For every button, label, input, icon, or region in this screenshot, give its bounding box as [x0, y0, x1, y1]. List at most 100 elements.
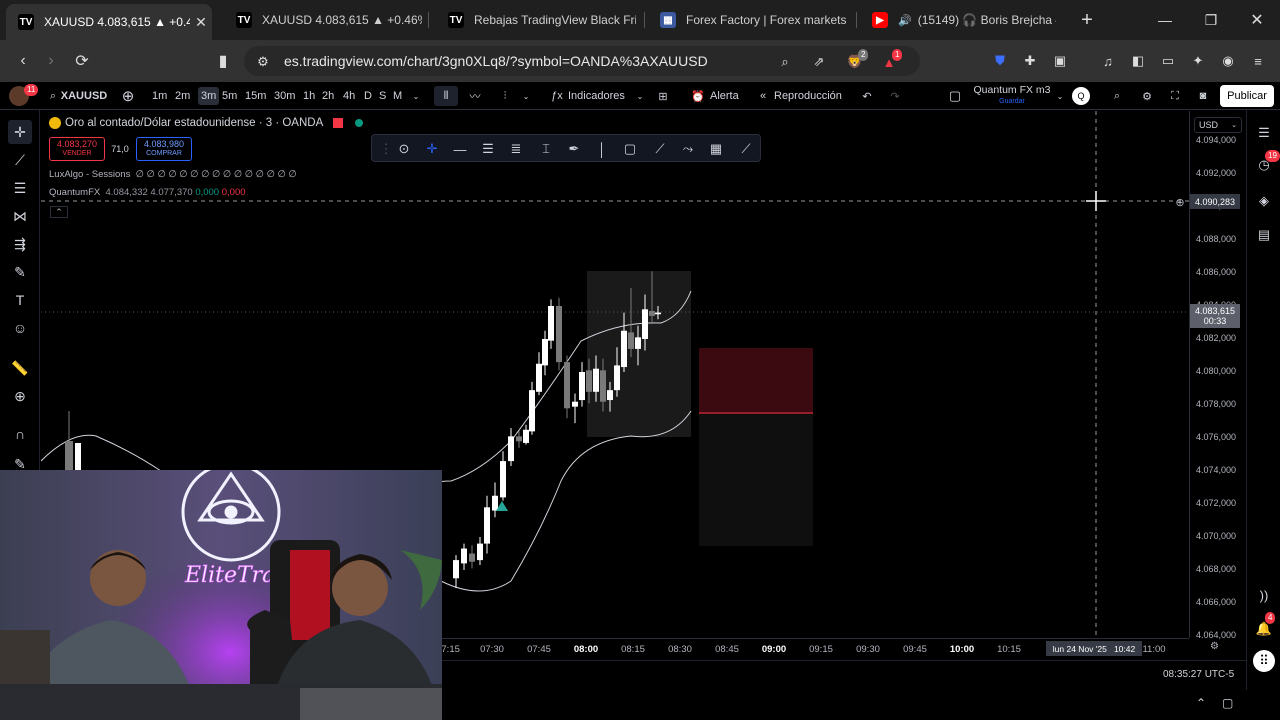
apps-grid-icon[interactable]: ⠿ [1253, 650, 1275, 672]
horizontal-ray-icon[interactable]: ☰ [478, 139, 498, 159]
line-chart-type-icon[interactable]: 〰 [464, 86, 486, 106]
horizontal-line-icon[interactable]: — [450, 139, 470, 159]
indicators-dropdown-icon[interactable]: ⌄ [634, 86, 646, 106]
timeframe-15m[interactable]: 15m [245, 87, 266, 105]
time-scale-settings-icon[interactable]: ⚙ [1210, 641, 1224, 655]
browser-menu-icon[interactable]: ≡ [1248, 51, 1268, 71]
close-tab-icon[interactable]: ✕ [190, 14, 212, 31]
layout-dropdown-icon[interactable]: ⌄ [1054, 86, 1066, 106]
alert-clock-icon[interactable]: ⏰ [690, 86, 706, 106]
tab-xauusd[interactable]: TV XAUUSD 4.083,615 ▲ +0.46% ( [224, 4, 422, 36]
leo-ai-icon[interactable]: ✦ [1188, 51, 1208, 71]
tab-forex-factory[interactable]: ▦ Forex Factory | Forex markets fo [648, 4, 848, 36]
timeframe-2h[interactable]: 2h [322, 87, 334, 105]
reload-button[interactable]: ⟳ [69, 48, 95, 74]
vpn-icon[interactable]: ◉ [1218, 51, 1238, 71]
trend-line-icon[interactable]: ⟋ [8, 148, 32, 172]
currency-selector[interactable]: USD ⌄ [1194, 117, 1242, 133]
drag-handle-icon[interactable]: ⋮ [376, 139, 396, 159]
crosshair-cursor-icon[interactable]: ✛ [8, 120, 32, 144]
signal-stream-icon[interactable]: )) [1253, 584, 1275, 606]
bars-chart-type-icon[interactable]: ⫶ [494, 86, 516, 106]
indicator-luxalgo[interactable]: LuxAlgo - Sessions ∅ ∅ ∅ ∅ ∅ ∅ ∅ ∅ ∅ ∅ ∅… [49, 169, 297, 180]
emoji-icon[interactable]: ☺ [8, 316, 32, 340]
restore-button[interactable]: ❐ [1188, 0, 1234, 40]
cursor-target-icon[interactable]: ⊙ [394, 139, 414, 159]
alert-button[interactable]: Alerta [710, 86, 739, 106]
vertical-line-icon[interactable]: │ [592, 139, 612, 159]
timeframe-4h[interactable]: 4h [343, 87, 355, 105]
timeframe-S[interactable]: S [379, 87, 386, 105]
sidebar-icon[interactable]: ◧ [1128, 51, 1148, 71]
layout-avatar[interactable]: Q [1072, 87, 1090, 105]
path-icon[interactable]: ⤳ [678, 139, 698, 159]
vpn-shield-icon[interactable]: ⛊ [990, 51, 1010, 71]
prediction-tool-icon[interactable]: ⇶ [8, 232, 32, 256]
measure-icon[interactable]: ⟋ [736, 139, 756, 159]
fullscreen-icon[interactable]: ⛶ [1166, 86, 1184, 106]
share-icon[interactable]: ⇗ [810, 53, 828, 71]
settings-gear-icon[interactable]: ⚙ [1138, 86, 1156, 106]
redo-icon[interactable]: ↷ [886, 86, 904, 106]
compare-symbol-icon[interactable]: ⊕ [118, 86, 138, 106]
site-info-icon[interactable]: ⚙ [254, 53, 272, 71]
fib-retracement-icon[interactable]: ☰ [8, 176, 32, 200]
timeframe-1h[interactable]: 1h [303, 87, 315, 105]
brush-icon[interactable]: ✎ [8, 260, 32, 284]
text-tool-icon[interactable]: T [8, 288, 32, 312]
extensions-icon[interactable]: ✚ [1020, 51, 1040, 71]
wallet-icon[interactable]: ▭ [1158, 51, 1178, 71]
timeframe-dropdown-icon[interactable]: ⌄ [410, 86, 422, 106]
snapshot-camera-icon[interactable]: ◙ [1194, 86, 1212, 106]
replay-icon[interactable]: « [756, 86, 770, 106]
timeframe-D[interactable]: D [364, 87, 372, 105]
layout-window-icon[interactable]: ▢ [946, 86, 964, 106]
watchlist-icon[interactable]: ☰ [1253, 122, 1275, 144]
pattern-tool-icon[interactable]: ⋈ [8, 204, 32, 228]
url-field[interactable]: ⚙ es.tradingview.com/chart/3gn0XLq8/?sym… [244, 46, 920, 76]
ray-icon[interactable]: ⟋ [650, 139, 670, 159]
back-button[interactable]: ‹ [10, 48, 36, 74]
minimize-button[interactable]: — [1142, 0, 1188, 40]
timeframe-3m[interactable]: 3m [198, 87, 220, 105]
layout-name-button[interactable]: Quantum FX m3 Guardar [972, 85, 1052, 107]
close-window-button[interactable]: ✕ [1234, 0, 1280, 40]
symbol-name[interactable]: XAUUSD [61, 86, 107, 106]
tab-youtube[interactable]: ▶ 🔊 (15149) 🎧 Boris Brejcha – [860, 4, 1056, 36]
grid-icon[interactable]: ▦ [706, 139, 726, 159]
candles-chart-type-icon[interactable]: ⫴ [434, 86, 458, 106]
pen-icon[interactable]: ✒ [564, 139, 584, 159]
timeframe-5m[interactable]: 5m [222, 87, 237, 105]
add-alert-plus-icon[interactable]: ⊕ [1173, 196, 1187, 209]
sell-button[interactable]: 4.083,270 VENDER [49, 137, 105, 161]
rectangle-icon[interactable]: ▢ [620, 139, 640, 159]
layers-icon[interactable]: ◈ [1253, 190, 1275, 212]
ruler-icon[interactable]: 📏 [8, 356, 32, 380]
indicator-quantumfx[interactable]: QuantumFX 4.084,332 4.077,370 0,000 0,00… [49, 187, 246, 198]
symbol-search-icon[interactable]: ⌕ [46, 86, 60, 106]
indicators-button[interactable]: Indicadores [568, 86, 625, 106]
timeframe-M[interactable]: M [393, 87, 402, 105]
collapse-panel-icon[interactable]: ⌃ [1196, 696, 1206, 710]
chat-icon[interactable]: ▤ [1253, 224, 1275, 246]
buy-button[interactable]: 4.083,980 COMPRAR [136, 137, 192, 161]
forward-button[interactable]: › [38, 48, 64, 74]
audio-playing-icon[interactable]: 🔊 [898, 14, 912, 27]
timeframe-30m[interactable]: 30m [274, 87, 295, 105]
new-tab-button[interactable]: + [1064, 0, 1110, 40]
indicators-icon[interactable]: ƒx [548, 86, 566, 106]
layout-templates-icon[interactable]: ⊞ [654, 86, 672, 106]
vertical-range-icon[interactable]: ⌶ [536, 139, 556, 159]
magnet-icon[interactable]: ∩ [8, 422, 32, 446]
collapse-legend-icon[interactable]: ⌃ [50, 206, 68, 218]
maximize-panel-icon[interactable]: ▢ [1222, 696, 1233, 710]
replay-button[interactable]: Reproducción [774, 86, 842, 106]
quick-search-icon[interactable]: ⌕ [1108, 86, 1126, 106]
crosshair-icon[interactable]: ✛ [422, 139, 442, 159]
bookmark-icon[interactable]: ▮ [210, 48, 236, 74]
undo-icon[interactable]: ↶ [858, 86, 876, 106]
timezone-clock[interactable]: 08:35:27 UTC-5 [1163, 669, 1234, 680]
screenshot-icon[interactable]: ▣ [1050, 51, 1070, 71]
parallel-channel-icon[interactable]: ≣ [506, 139, 526, 159]
zoom-in-icon[interactable]: ⊕ [8, 384, 32, 408]
